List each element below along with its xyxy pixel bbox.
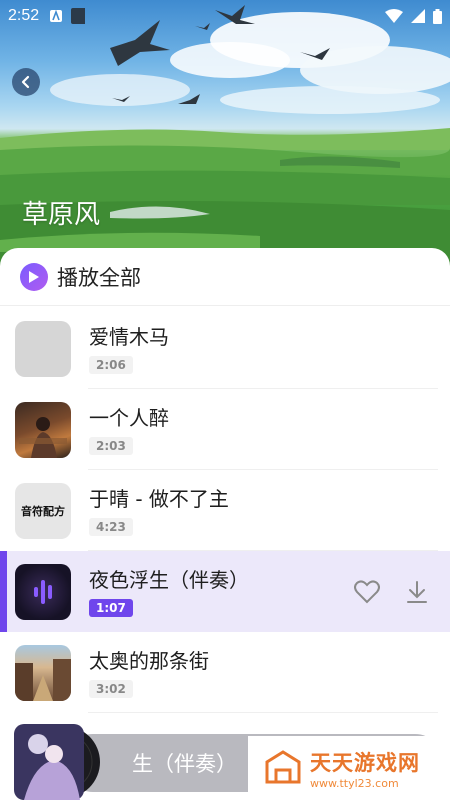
status-bar: 2:52 (0, 0, 450, 32)
status-time: 2:52 (8, 7, 40, 24)
status-indicators (385, 8, 442, 24)
notification-a-icon (49, 9, 63, 23)
watermark-title: 天天游戏网 (310, 750, 420, 775)
signal-icon (411, 9, 425, 23)
notification-square-icon (71, 8, 86, 24)
song-cover-image: 音符配方 (15, 482, 71, 539)
watermark: 天天游戏网 www.ttyl23.com (248, 736, 450, 800)
wifi-icon (385, 9, 403, 23)
cover-text: 音符配方 (21, 504, 65, 518)
song-duration: 2:06 (89, 355, 133, 374)
mini-player[interactable]: 生（伴奏） (14, 724, 444, 800)
song-title: 夜色浮生（伴奏） (89, 567, 249, 592)
play-all-label: 播放全部 (57, 265, 141, 290)
watermark-logo-icon (265, 750, 301, 784)
song-duration: 3:02 (89, 679, 133, 698)
back-icon (21, 75, 30, 89)
mini-player-title: 生（伴奏） (132, 752, 237, 776)
play-all-button[interactable]: 播放全部 (0, 248, 450, 306)
song-cover-image (15, 563, 71, 620)
soundwave-icon (34, 579, 52, 604)
album-title: 草原风 (22, 200, 101, 230)
song-cover-image (15, 644, 71, 701)
play-icon (20, 262, 48, 291)
song-row[interactable]: 太奥的那条街 3:02 (0, 632, 450, 713)
song-title: 爱情木马 (89, 324, 169, 349)
song-row[interactable]: 音符配方 于晴 - 做不了主 4:23 (0, 470, 450, 551)
mini-player-cover[interactable] (14, 724, 100, 800)
song-duration: 1:07 (89, 598, 133, 617)
album-cover-background (0, 0, 450, 280)
watermark-url: www.ttyl23.com (310, 776, 399, 790)
download-icon[interactable] (406, 580, 428, 604)
battery-icon (433, 8, 442, 24)
song-title: 一个人醉 (89, 405, 169, 430)
song-cover-placeholder (15, 320, 71, 377)
song-row-active[interactable]: 夜色浮生（伴奏） 1:07 (0, 551, 450, 632)
song-duration: 4:23 (89, 517, 133, 536)
heart-icon[interactable] (354, 579, 380, 604)
song-list: 爱情木马 2:06 一个人醉 2:03 音符配方 于晴 - 做不了主 4:23 … (0, 308, 450, 713)
landscape-illustration (0, 5, 450, 280)
back-button[interactable] (12, 68, 40, 96)
playlist-screen: 2:52 草原风 播放全部 爱情木马 2:06 一个人醉 2:03 音符配方 于… (0, 0, 450, 800)
song-title: 太奥的那条街 (89, 648, 209, 673)
song-cover-image (15, 401, 71, 458)
song-row[interactable]: 一个人醉 2:03 (0, 389, 450, 470)
song-actions (354, 579, 428, 604)
playlist-sheet: 播放全部 爱情木马 2:06 一个人醉 2:03 音符配方 于晴 - 做不了主 … (0, 248, 450, 800)
song-row[interactable]: 爱情木马 2:06 (0, 308, 450, 389)
song-title: 于晴 - 做不了主 (89, 486, 229, 511)
song-duration: 2:03 (89, 436, 133, 455)
